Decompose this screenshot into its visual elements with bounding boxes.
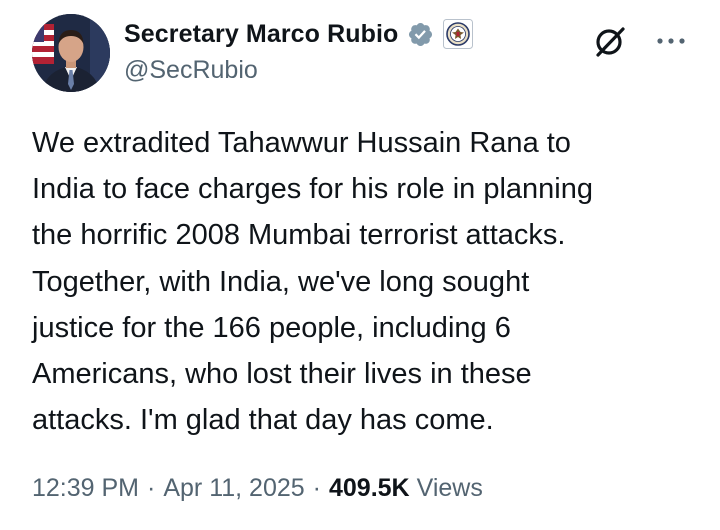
tweet-line: justice for the 166 people, including 6 — [32, 311, 511, 344]
more-options-icon[interactable] — [652, 22, 690, 60]
author-name-row: Secretary Marco Rubio — [124, 16, 474, 52]
tweet-line: Together, with India, we've long sought — [32, 265, 530, 298]
author-handle[interactable]: @SecRubio — [124, 56, 258, 85]
tweet-text: We extradited Tahawwur Hussain Rana to I… — [32, 120, 702, 443]
views-count[interactable]: 409.5K — [329, 474, 410, 503]
avatar-photo — [32, 14, 110, 92]
tweet-line: attacks. I'm glad that day has come. — [32, 404, 494, 437]
meta-separator: · — [147, 474, 156, 502]
tweet-line: the horrific 2008 Mumbai terrorist attac… — [32, 219, 566, 252]
tweet-time[interactable]: 12:39 PM — [32, 474, 139, 503]
views-label[interactable]: Views — [417, 474, 483, 503]
avatar[interactable] — [32, 14, 110, 92]
grok-icon[interactable] — [592, 22, 630, 60]
tweet-line: Americans, who lost their lives in these — [32, 358, 532, 391]
author-display-name[interactable]: Secretary Marco Rubio — [124, 20, 398, 49]
meta-separator: · — [312, 474, 321, 502]
tweet-date[interactable]: Apr 11, 2025 — [163, 474, 304, 503]
tweet-line: India to face charges for his role in pl… — [32, 173, 594, 206]
verified-badge-icon[interactable] — [407, 21, 434, 48]
tweet-meta: 12:39 PM · Apr 11, 2025 · 409.5K Views — [32, 474, 483, 503]
tweet-line: We extradited Tahawwur Hussain Rana to — [32, 127, 571, 159]
state-department-seal-icon[interactable] — [443, 19, 474, 49]
